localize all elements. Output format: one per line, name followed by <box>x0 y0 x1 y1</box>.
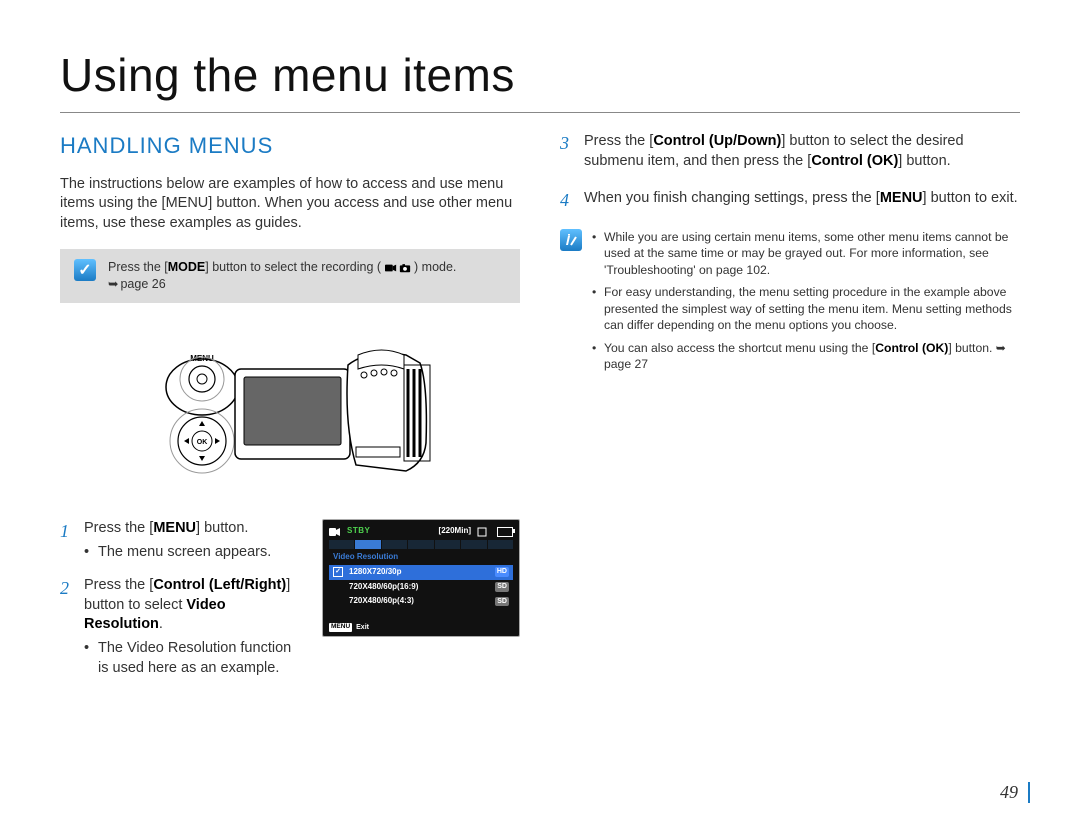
info-note-item: For easy understanding, the menu setting… <box>592 284 1020 333</box>
camcorder-illustration: MENU OK <box>60 321 520 501</box>
ok-label: OK <box>197 439 208 446</box>
exit-hint: MENU Exit <box>329 623 369 632</box>
section-heading: HANDLING MENUS <box>60 131 520 161</box>
right-column: 3 Press the [Control (Up/Down)] button t… <box>560 131 1020 692</box>
page-title: Using the menu items <box>60 48 1020 113</box>
menu-tabs <box>329 540 513 549</box>
video-mode-icon <box>385 263 397 273</box>
steps-list-right: 3 Press the [Control (Up/Down)] button t… <box>560 131 1020 213</box>
photo-mode-icon <box>399 263 411 273</box>
page-ref-arrow-icon: ➥ <box>996 340 1006 356</box>
page-ref-arrow-icon: ➥ <box>108 276 118 293</box>
mode-note-box: ✓ Press the [MODE] button to select the … <box>60 249 520 303</box>
video-mode-small-icon <box>329 527 341 537</box>
check-icon: ✓ <box>74 259 96 281</box>
mode-note-text: Press the [MODE] button to select the re… <box>108 259 456 293</box>
info-note-icon <box>560 229 582 251</box>
steps-list-left: Press the [MENU] button. The menu screen… <box>60 519 304 692</box>
resolution-row: 720X480/60p(4:3) SD <box>329 594 513 609</box>
resolution-row: 720X480/60p(16:9) SD <box>329 580 513 595</box>
stby-indicator: STBY <box>347 526 370 537</box>
card-icon <box>477 527 487 537</box>
info-note-item: You can also access the shortcut menu us… <box>592 340 1020 373</box>
left-column: HANDLING MENUS The instructions below ar… <box>60 131 520 692</box>
menu-heading: Video Resolution <box>329 550 513 565</box>
check-small-icon: ✓ <box>333 567 343 577</box>
step-1: Press the [MENU] button. The menu screen… <box>60 519 304 562</box>
mode-icons <box>385 263 411 273</box>
step-4: 4 When you finish changing settings, pre… <box>560 188 1020 213</box>
step-2: Press the [Control (Left/Right)] button … <box>60 576 304 678</box>
intro-text: The instructions below are examples of h… <box>60 175 520 234</box>
step-3: 3 Press the [Control (Up/Down)] button t… <box>560 131 1020 172</box>
info-note-box: While you are using certain menu items, … <box>560 229 1020 379</box>
remaining-time: [220Min] <box>439 526 471 537</box>
info-note-item: While you are using certain menu items, … <box>592 229 1020 278</box>
lcd-screenshot: STBY [220Min] Video Resolution ✓ 1280X72… <box>322 519 520 637</box>
resolution-row-selected: ✓ 1280X720/30p HD <box>329 565 513 580</box>
battery-icon <box>497 527 513 537</box>
page-number: 49 <box>1000 782 1030 803</box>
